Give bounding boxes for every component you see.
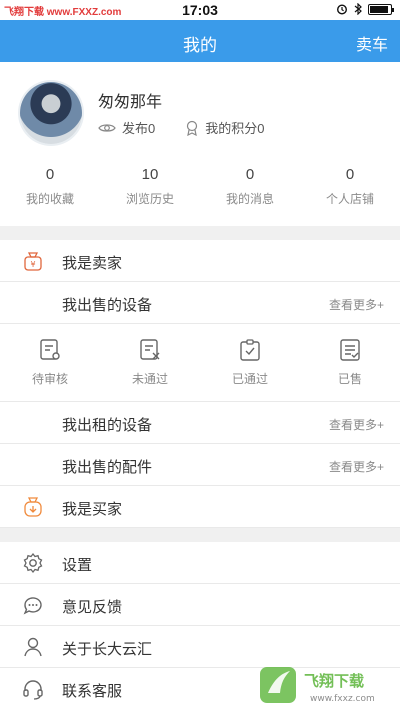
about-row[interactable]: 关于长大云汇	[0, 626, 400, 668]
view-more-link[interactable]: 查看更多+	[329, 416, 384, 433]
rental-devices-label: 我出租的设备	[62, 417, 153, 434]
stat-messages[interactable]: 0 我的消息	[200, 166, 300, 216]
sell-car-button[interactable]: 卖车	[356, 31, 388, 55]
section-divider	[0, 528, 400, 542]
eye-icon	[98, 123, 116, 132]
feedback-row[interactable]: 意见反馈	[0, 584, 400, 626]
status-rejected[interactable]: 未通过	[100, 324, 200, 401]
stat-favorites[interactable]: 0 我的收藏	[0, 166, 100, 216]
stat-label: 个人店铺	[325, 192, 374, 206]
about-label: 关于长大云汇	[62, 641, 153, 658]
battery-icon	[368, 3, 394, 15]
status-icons	[336, 3, 394, 15]
selling-devices-row[interactable]: 我出售的设备 查看更多+	[0, 282, 400, 324]
svg-text:www.fxxz.com: www.fxxz.com	[310, 694, 375, 704]
page-title: 我的	[183, 36, 217, 55]
pending-review-icon	[40, 339, 60, 360]
svg-text:¥: ¥	[30, 260, 35, 269]
view-more-link[interactable]: 查看更多+	[329, 296, 384, 313]
status-label: 已售	[337, 372, 362, 386]
profile-header[interactable]: 匆匆那年 发布0 我的积分0	[0, 62, 400, 158]
buyer-title: 我是买家	[62, 501, 123, 518]
selling-parts-row[interactable]: 我出售的配件 查看更多+	[0, 444, 400, 486]
settings-label: 设置	[62, 557, 93, 574]
status-label: 已通过	[231, 372, 268, 386]
status-pending-review[interactable]: 待审核	[0, 324, 100, 401]
rejected-icon	[140, 339, 160, 360]
selling-devices-label: 我出售的设备	[62, 297, 153, 314]
username: 匆匆那年	[98, 94, 163, 111]
seller-title: 我是卖家	[62, 255, 123, 272]
stat-number: 0	[45, 166, 55, 183]
stat-number: 0	[345, 166, 355, 183]
buyer-section-header[interactable]: 我是买家	[0, 486, 400, 528]
approved-icon	[240, 339, 260, 361]
status-label: 待审核	[31, 372, 68, 386]
profile-meta: 发布0 我的积分0	[98, 118, 264, 137]
rental-devices-row[interactable]: 我出租的设备 查看更多+	[0, 402, 400, 444]
stat-label: 我的收藏	[25, 192, 74, 206]
stat-label: 浏览历史	[125, 192, 174, 206]
status-label: 未通过	[131, 372, 168, 386]
chat-bubble-icon	[23, 597, 42, 615]
user-icon	[24, 637, 42, 657]
feedback-label: 意见反馈	[62, 599, 123, 616]
svg-text:飞翔下载: 飞翔下载	[304, 672, 364, 690]
sold-icon	[340, 339, 360, 361]
nav-bar: 我的 卖车	[0, 20, 400, 62]
points-link[interactable]: 我的积分0	[205, 118, 264, 137]
stat-number: 0	[245, 166, 255, 183]
buyer-bag-icon	[24, 497, 42, 517]
contact-label: 联系客服	[62, 683, 123, 700]
stat-shop[interactable]: 0 个人店铺	[300, 166, 400, 216]
status-sold[interactable]: 已售	[300, 324, 400, 401]
settings-row[interactable]: 设置	[0, 542, 400, 584]
avatar[interactable]	[20, 82, 82, 144]
gear-icon	[23, 552, 43, 574]
download-site-watermark: 飞翔下载 www.fxxz.com	[258, 663, 390, 707]
money-bag-icon: ¥	[24, 252, 42, 271]
stat-label: 我的消息	[225, 192, 274, 206]
selling-parts-label: 我出售的配件	[62, 459, 153, 476]
stat-number: 10	[141, 166, 159, 183]
view-more-link[interactable]: 查看更多+	[329, 458, 384, 475]
section-divider	[0, 226, 400, 240]
medal-icon	[187, 120, 198, 136]
stats-row: 0 我的收藏 10 浏览历史 0 我的消息 0 个人店铺	[0, 166, 400, 216]
alarm-icon	[336, 4, 348, 15]
order-status-grid: 待审核 未通过 已通过 已售	[0, 324, 400, 402]
status-bar: 飞翔下载 www.FXXZ.com 17:03	[0, 0, 400, 20]
bluetooth-icon	[354, 3, 362, 15]
seller-section-header[interactable]: ¥ 我是卖家	[0, 240, 400, 282]
published-count[interactable]: 发布0	[122, 118, 155, 137]
stat-history[interactable]: 10 浏览历史	[100, 166, 200, 216]
status-approved[interactable]: 已通过	[200, 324, 300, 401]
watermark-logo: 飞翔下载 www.fxxz.com	[260, 667, 375, 704]
headset-icon	[23, 680, 43, 700]
